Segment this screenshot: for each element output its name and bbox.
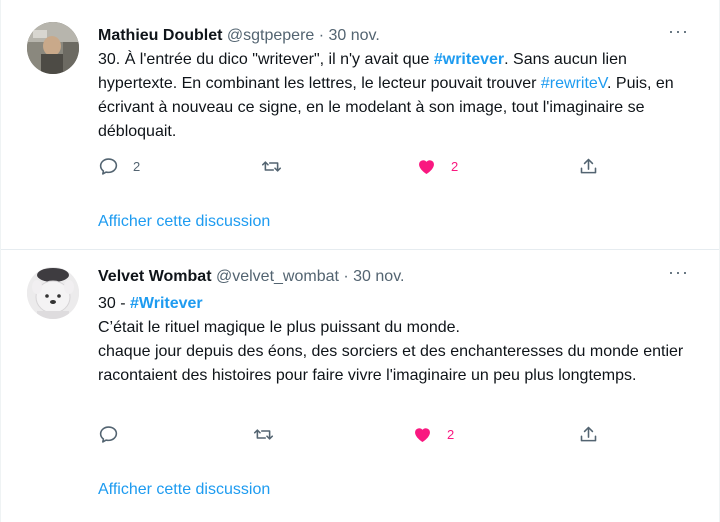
tweet-actions: 2 2 xyxy=(98,156,618,180)
reply-button[interactable] xyxy=(98,424,133,445)
timeline: Mathieu Doublet @sgtpepere · 30 nov. ···… xyxy=(0,0,720,522)
retweet-button[interactable] xyxy=(261,156,296,177)
author-name[interactable]: Velvet Wombat xyxy=(98,268,212,285)
hashtag-link[interactable]: #rewriteV xyxy=(541,75,607,92)
like-button[interactable]: 2 xyxy=(412,424,454,445)
reply-button[interactable]: 2 xyxy=(98,156,140,177)
hashtag-link[interactable]: #Writever xyxy=(130,295,203,312)
like-button[interactable]: 2 xyxy=(416,156,458,177)
like-count: 2 xyxy=(447,427,455,442)
tweet-actions: 2 xyxy=(98,424,618,448)
separator-dot: · xyxy=(338,268,354,285)
author-name[interactable]: Mathieu Doublet xyxy=(98,27,222,44)
avatar[interactable] xyxy=(27,267,79,319)
avatar[interactable] xyxy=(27,22,79,74)
tweet[interactable]: Velvet Wombat @velvet_wombat · 30 nov. ·… xyxy=(1,251,719,522)
share-button[interactable] xyxy=(578,156,599,177)
tweet-header: Mathieu Doublet @sgtpepere · 30 nov. xyxy=(98,27,380,45)
show-thread-link[interactable]: Afficher cette discussion xyxy=(98,213,270,231)
reply-count: 2 xyxy=(133,159,141,174)
like-count: 2 xyxy=(451,159,459,174)
tweet-text-line: chaque jour depuis des éons, des sorcier… xyxy=(98,343,684,384)
tweet-text-part: 30. À l'entrée du dico "writever", il n'… xyxy=(98,51,434,68)
tweet-text-line: C’était le rituel magique le plus puissa… xyxy=(98,319,460,336)
reply-icon xyxy=(99,158,118,175)
tweet-date[interactable]: 30 nov. xyxy=(353,268,404,285)
tweet-text: 30 - #Writever C’était le rituel magique… xyxy=(98,292,698,388)
show-thread-link[interactable]: Afficher cette discussion xyxy=(98,481,270,499)
share-icon xyxy=(580,426,597,442)
reply-icon xyxy=(99,426,118,443)
heart-filled-icon xyxy=(419,160,434,174)
more-icon[interactable]: ··· xyxy=(668,263,689,281)
retweet-button[interactable] xyxy=(253,424,288,445)
tweet[interactable]: Mathieu Doublet @sgtpepere · 30 nov. ···… xyxy=(1,0,719,250)
tweet-text: 30. À l'entrée du dico "writever", il n'… xyxy=(98,48,698,144)
share-icon xyxy=(580,158,597,174)
tweet-date[interactable]: 30 nov. xyxy=(329,27,380,44)
more-icon[interactable]: ··· xyxy=(668,22,689,40)
hashtag-link[interactable]: #writever xyxy=(434,51,504,68)
share-button[interactable] xyxy=(578,424,599,445)
author-handle[interactable]: @sgtpepere xyxy=(227,27,314,44)
tweet-text-part: 30 - xyxy=(98,295,131,312)
author-handle[interactable]: @velvet_wombat xyxy=(216,268,339,285)
tweet-header: Velvet Wombat @velvet_wombat · 30 nov. xyxy=(98,268,404,286)
retweet-icon xyxy=(261,161,282,172)
heart-filled-icon xyxy=(415,428,430,442)
separator-dot: · xyxy=(314,27,329,44)
retweet-icon xyxy=(253,429,274,440)
